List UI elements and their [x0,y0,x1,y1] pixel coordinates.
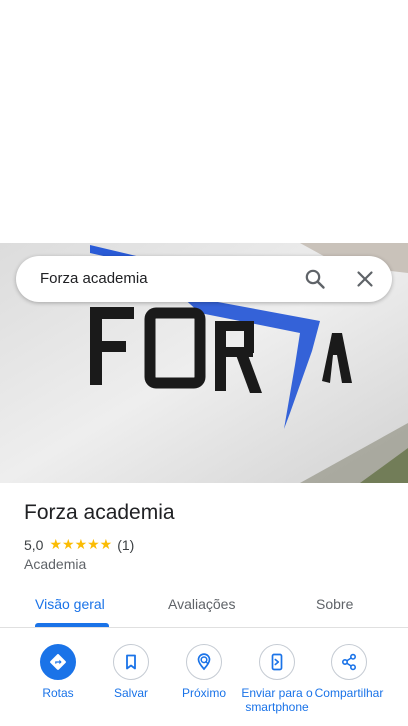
bookmark-icon [113,644,149,680]
tab-bar: Visão geral Avaliações Sobre [0,586,408,628]
rating-row[interactable]: 5,0 ★★★★★ (1) [24,536,134,554]
rating-value: 5,0 [24,537,44,553]
tab-overview[interactable]: Visão geral [35,596,105,612]
send-to-phone-button[interactable]: Enviar para o smartphone [241,644,313,714]
active-tab-indicator [35,623,109,627]
search-bar[interactable]: Forza academia [16,256,392,302]
action-bar: Rotas Salvar Próximo Enviar para o smart… [0,628,408,726]
save-button[interactable]: Salvar [95,644,167,700]
star-rating-icon: ★★★★★ [49,537,113,553]
share-icon [331,644,367,680]
search-icon[interactable] [303,267,327,291]
send-to-phone-icon [259,644,295,680]
directions-button[interactable]: Rotas [22,644,94,700]
review-count[interactable]: (1) [117,537,134,553]
nearby-button[interactable]: Próximo [168,644,240,700]
send-to-phone-label: Enviar para o smartphone [241,686,313,714]
tab-reviews[interactable]: Avaliações [168,596,235,612]
place-title: Forza academia [24,501,175,524]
directions-label: Rotas [42,686,74,700]
nearby-label: Próximo [181,686,226,700]
save-label: Salvar [113,686,148,700]
share-label: Compartilhar [314,686,384,700]
share-button[interactable]: Compartilhar [313,644,385,700]
directions-icon [40,644,76,680]
place-category[interactable]: Academia [24,556,86,572]
close-icon[interactable] [353,267,377,291]
tab-about[interactable]: Sobre [316,596,353,612]
map-area [0,0,408,243]
search-input[interactable]: Forza academia [40,270,148,287]
nearby-icon [186,644,222,680]
